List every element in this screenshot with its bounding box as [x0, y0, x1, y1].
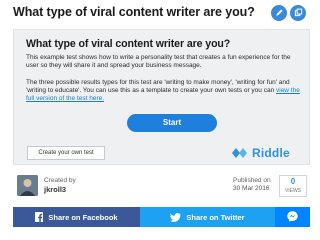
share-bar: Share on Facebook Share on Twitter	[13, 207, 310, 227]
copy-button[interactable]	[290, 5, 306, 21]
published-date: 30 Mar 2016	[233, 185, 270, 192]
twitter-icon	[170, 212, 182, 222]
edit-button[interactable]	[271, 5, 287, 21]
views-count: 0	[290, 177, 296, 186]
share-messenger-button[interactable]	[275, 207, 310, 227]
messenger-icon	[287, 210, 298, 224]
quiz-card: What type of viral content writer are yo…	[13, 29, 310, 165]
author-bar: Created by jkroll3 Published on 30 Mar 2…	[17, 175, 307, 201]
riddle-logo[interactable]: Riddle	[231, 145, 303, 161]
created-by-label: Created by	[44, 177, 76, 184]
views-counter: 0 VIEWS	[279, 175, 307, 197]
published-label: Published on	[233, 177, 271, 184]
views-label: VIEWS	[284, 188, 302, 194]
create-your-own-test-button[interactable]: Create your own test	[27, 146, 105, 160]
author-name[interactable]: jkroll3	[44, 185, 66, 194]
share-twitter-label: Share on Twitter	[186, 212, 245, 222]
facebook-icon	[35, 212, 44, 222]
page-header: What type of viral content writer are yo…	[0, 0, 320, 26]
share-twitter-button[interactable]: Share on Twitter	[140, 207, 275, 227]
quiz-title: What type of viral content writer are yo…	[26, 38, 231, 50]
avatar[interactable]	[17, 175, 38, 196]
start-button[interactable]: Start	[127, 114, 217, 132]
share-facebook-label: Share on Facebook	[48, 212, 118, 222]
quiz-description: This example test shows how to write a p…	[26, 54, 291, 69]
quiz-description-results-text: The three possible results types for thi…	[26, 79, 290, 94]
quiz-description-results: The three possible results types for thi…	[26, 79, 306, 103]
riddle-logo-text: Riddle	[252, 146, 290, 160]
page-title: What type of viral content writer are yo…	[13, 5, 255, 19]
share-facebook-button[interactable]: Share on Facebook	[13, 207, 140, 227]
copy-icon	[294, 4, 303, 22]
pencil-icon	[275, 4, 284, 22]
